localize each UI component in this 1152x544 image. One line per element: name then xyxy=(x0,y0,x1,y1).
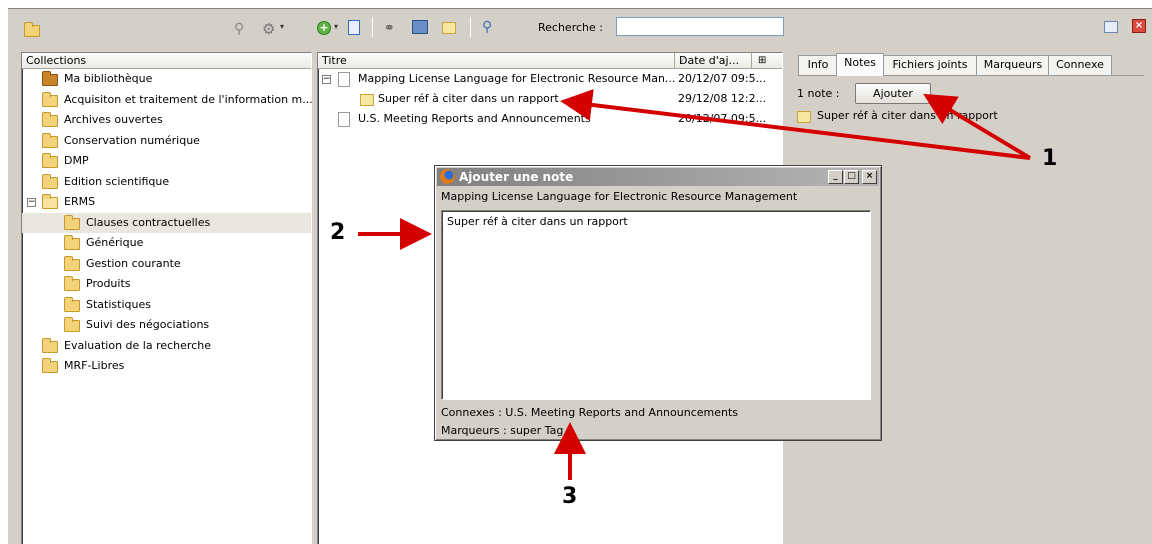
tab-info[interactable]: Info xyxy=(798,55,838,75)
annotation-label-1: 1 xyxy=(1042,146,1058,171)
folder-icon xyxy=(42,112,58,127)
folder-icon xyxy=(42,337,58,353)
dialog-item-title: Mapping License Language for Electronic … xyxy=(441,190,798,203)
tab-attachments[interactable]: Fichiers joints xyxy=(882,55,978,75)
toolbar: ⚲ ⚙ ▾ + ▾ ⚭ ⚲ Recherche : × xyxy=(8,9,1152,47)
tree-item[interactable]: DMP xyxy=(22,151,311,172)
tree-item[interactable]: − ERMS xyxy=(22,192,311,213)
collections-header[interactable]: Collections xyxy=(22,53,311,69)
tree-item[interactable]: Conservation numérique xyxy=(22,131,311,152)
search-input[interactable] xyxy=(616,17,784,36)
folder-icon xyxy=(64,214,80,230)
tree-item[interactable]: Evaluation de la recherche xyxy=(22,336,311,357)
library-icon xyxy=(42,71,58,86)
tree-item[interactable]: Ma bibliothèque xyxy=(22,69,311,90)
collapse-toggle-icon[interactable]: − xyxy=(322,75,331,84)
note-editor[interactable]: Super réf à citer dans un rapport xyxy=(441,210,871,400)
folder-open-icon xyxy=(42,194,58,209)
tree-item[interactable]: Gestion courante xyxy=(22,254,311,275)
tree-item[interactable]: Archives ouvertes xyxy=(22,110,311,131)
annotation-label-2: 2 xyxy=(330,220,346,245)
folder-icon xyxy=(64,317,80,332)
dialog-title: Ajouter une note xyxy=(459,170,574,184)
tab-tags[interactable]: Marqueurs xyxy=(976,55,1050,75)
note-list-item[interactable]: Super réf à citer dans un rapport xyxy=(797,107,1117,125)
tree-item[interactable]: Clauses contractuelles xyxy=(22,212,311,233)
tree-item[interactable]: Générique xyxy=(22,233,311,254)
note-icon xyxy=(360,94,374,106)
note-text: Super réf à citer dans un rapport xyxy=(447,215,628,228)
add-by-identifier-icon[interactable] xyxy=(348,20,360,35)
folder-icon xyxy=(42,173,58,189)
folder-icon xyxy=(42,132,58,148)
dialog-tags[interactable]: Marqueurs : super Tag xyxy=(441,424,563,437)
link-icon[interactable]: ⚭ xyxy=(384,21,395,36)
close-icon[interactable]: × xyxy=(862,170,877,184)
folder-icon xyxy=(64,276,80,291)
tree-item[interactable]: MRF-Libres xyxy=(22,356,311,377)
tree-item[interactable]: Acquisiton et traitement de l'informatio… xyxy=(22,90,313,111)
document-icon xyxy=(338,72,350,87)
add-note-dialog: Ajouter une note _ □ × Mapping License L… xyxy=(434,165,882,441)
column-picker-icon[interactable]: ⊞ xyxy=(758,53,766,68)
dialog-related[interactable]: Connexes : U.S. Meeting Reports and Anno… xyxy=(441,406,738,419)
annotation-label-3: 3 xyxy=(562,484,578,509)
tab-related[interactable]: Connexe xyxy=(1048,55,1112,75)
minimize-icon[interactable]: _ xyxy=(828,170,843,184)
folder-icon xyxy=(64,255,80,271)
folder-icon xyxy=(64,296,80,312)
maximize-icon[interactable]: □ xyxy=(844,170,859,184)
folder-icon xyxy=(42,153,58,168)
folder-icon xyxy=(42,91,58,107)
close-icon[interactable]: × xyxy=(1132,19,1146,33)
tree-item[interactable]: Produits xyxy=(22,274,311,295)
folder-icon xyxy=(64,235,80,250)
note-icon xyxy=(797,111,811,123)
gear-icon[interactable]: ⚙ xyxy=(262,20,275,38)
item-row[interactable]: Super réf à citer dans un rapport 29/12/… xyxy=(318,89,782,109)
new-item-icon[interactable]: + xyxy=(317,21,331,35)
firefox-icon xyxy=(440,169,455,184)
items-header: Titre ⁄ Date d'aj... ⊞ xyxy=(318,53,782,69)
document-icon xyxy=(338,112,350,127)
search-label: Recherche : xyxy=(538,21,603,34)
dialog-titlebar[interactable]: Ajouter une note _ □ × xyxy=(437,168,879,186)
wand-icon[interactable]: ⚲ xyxy=(234,21,244,37)
collapse-toggle-icon[interactable]: − xyxy=(27,198,36,207)
collections-pane: Collections Ma bibliothèque Acquisiton e… xyxy=(21,52,313,544)
zotero-window: ⚲ ⚙ ▾ + ▾ ⚭ ⚲ Recherche : × Collections … xyxy=(8,8,1152,544)
fullscreen-icon[interactable] xyxy=(1104,21,1118,33)
note-count: 1 note : xyxy=(797,87,840,100)
chevron-down-icon[interactable]: ▾ xyxy=(334,22,338,31)
column-title[interactable]: Titre xyxy=(322,54,347,67)
tree-item[interactable]: Edition scientifique xyxy=(22,172,311,193)
item-row[interactable]: − Mapping License Language for Electroni… xyxy=(318,69,782,89)
tab-notes[interactable]: Notes xyxy=(836,53,884,76)
column-date[interactable]: Date d'aj... xyxy=(679,53,739,68)
tree-item[interactable]: Suivi des négociations xyxy=(22,315,311,336)
attachment-icon[interactable] xyxy=(412,20,428,34)
advanced-search-icon[interactable]: ⚲ xyxy=(482,19,492,35)
folder-icon xyxy=(42,358,58,373)
new-note-icon[interactable] xyxy=(442,22,456,34)
tree-item[interactable]: Statistiques xyxy=(22,295,311,316)
add-note-button[interactable]: Ajouter xyxy=(855,83,931,104)
item-row[interactable]: U.S. Meeting Reports and Announcements 2… xyxy=(318,109,782,129)
new-collection-icon[interactable] xyxy=(24,22,40,37)
chevron-down-icon[interactable]: ▾ xyxy=(280,22,284,31)
